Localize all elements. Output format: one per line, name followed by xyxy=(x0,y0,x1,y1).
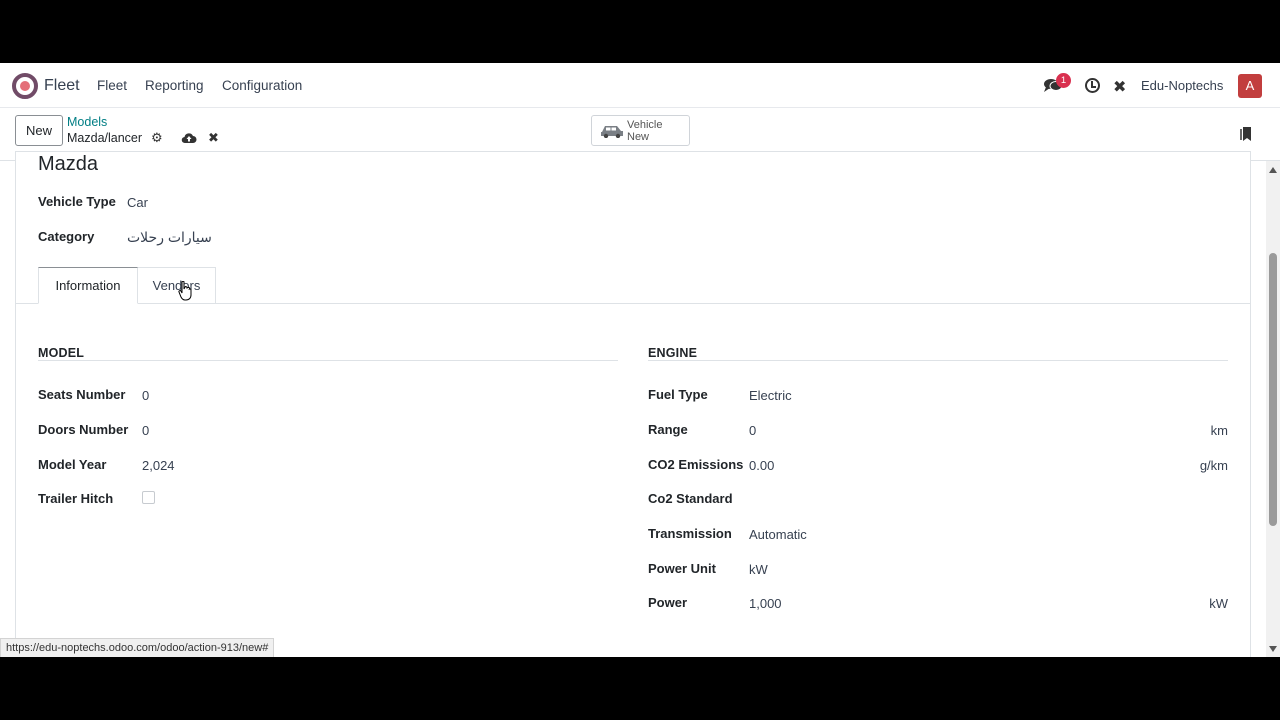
status-url-bar: https://edu-noptechs.odoo.com/odoo/actio… xyxy=(0,638,275,657)
breadcrumb-parent[interactable]: Models xyxy=(67,115,107,129)
save-cloud-icon[interactable] xyxy=(181,132,197,144)
menu-configuration[interactable]: Configuration xyxy=(222,78,302,93)
transmission-field[interactable]: Automatic xyxy=(749,527,807,542)
clock-icon[interactable] xyxy=(1085,78,1100,93)
app-screen: Fleet Fleet Reporting Configuration 1 ✖ … xyxy=(0,63,1280,657)
fuel-type-field[interactable]: Electric xyxy=(749,388,792,403)
mouse-pointer-icon xyxy=(178,281,192,301)
seats-number-label: Seats Number xyxy=(38,387,126,402)
form-sheet xyxy=(15,151,1251,657)
menu-reporting[interactable]: Reporting xyxy=(145,78,204,93)
engine-group-divider xyxy=(648,360,1228,361)
co2-standard-label: Co2 Standard xyxy=(648,491,733,506)
tab-information[interactable]: Information xyxy=(38,267,138,304)
scroll-up-icon[interactable] xyxy=(1269,167,1277,173)
gear-icon[interactable]: ⚙ xyxy=(151,130,163,146)
breadcrumb-current: Mazda/lancer xyxy=(67,131,143,145)
range-field[interactable]: 0 xyxy=(749,423,756,438)
vehicle-type-field[interactable]: Car xyxy=(127,195,148,210)
trailer-hitch-checkbox[interactable] xyxy=(142,491,155,504)
power-unit-label: Power Unit xyxy=(648,561,716,576)
car-icon xyxy=(601,126,623,138)
tab-vendors[interactable]: Vendors xyxy=(138,267,216,303)
company-switcher[interactable]: Edu-Noptechs xyxy=(1141,78,1223,93)
form-content: Mazda Vehicle Type Car Category سيارات ر… xyxy=(0,151,1280,657)
co2-emissions-label: CO2 Emissions xyxy=(648,457,744,472)
tools-icon[interactable]: ✖ xyxy=(1113,77,1126,97)
model-group-title: MODEL xyxy=(38,346,85,360)
transmission-label: Transmission xyxy=(648,526,732,541)
engine-group-title: ENGINE xyxy=(648,346,698,360)
scroll-down-icon[interactable] xyxy=(1269,646,1277,652)
top-navbar: Fleet Fleet Reporting Configuration 1 ✖ … xyxy=(0,63,1280,108)
seats-number-field[interactable]: 0 xyxy=(142,388,149,403)
bookmark-icon[interactable] xyxy=(1240,126,1252,142)
scroll-thumb[interactable] xyxy=(1269,253,1277,526)
brand-title: Mazda xyxy=(38,153,99,175)
smart-button-label: Vehicle xyxy=(627,119,663,131)
menu-fleet[interactable]: Fleet xyxy=(97,78,127,93)
vertical-scrollbar[interactable] xyxy=(1266,161,1280,657)
range-unit: km xyxy=(1210,423,1228,438)
category-field[interactable]: سيارات رحلات xyxy=(127,229,212,246)
power-field[interactable]: 1,000 xyxy=(749,596,782,611)
smart-button-value: New xyxy=(627,131,650,143)
user-avatar[interactable]: A xyxy=(1238,74,1262,98)
vehicle-smart-button[interactable]: Vehicle New xyxy=(591,115,690,146)
model-year-field[interactable]: 2,024 xyxy=(142,458,175,473)
power-unit-field[interactable]: kW xyxy=(749,562,768,577)
tabs-divider xyxy=(16,303,1250,304)
discard-icon[interactable]: ✖ xyxy=(208,130,219,146)
vehicle-type-label: Vehicle Type xyxy=(38,194,116,209)
new-button[interactable]: New xyxy=(15,115,63,146)
model-group-divider xyxy=(38,360,618,361)
co2-emissions-unit: g/km xyxy=(1199,458,1228,473)
doors-number-label: Doors Number xyxy=(38,422,129,437)
trailer-hitch-label: Trailer Hitch xyxy=(38,491,114,506)
category-label: Category xyxy=(38,229,95,244)
doors-number-field[interactable]: 0 xyxy=(142,423,149,438)
app-name[interactable]: Fleet xyxy=(44,77,80,95)
notification-badge: 1 xyxy=(1056,73,1071,88)
co2-emissions-field[interactable]: 0.00 xyxy=(749,458,774,473)
app-logo-icon[interactable] xyxy=(12,73,38,99)
power-unit-suffix: kW xyxy=(1209,596,1228,611)
model-year-label: Model Year xyxy=(38,457,107,472)
fuel-type-label: Fuel Type xyxy=(648,387,708,402)
range-label: Range xyxy=(648,422,688,437)
power-label: Power xyxy=(648,595,688,610)
